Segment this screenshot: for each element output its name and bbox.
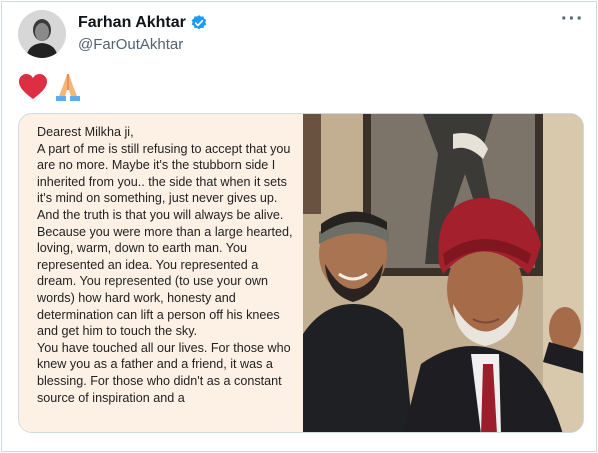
tweet-image[interactable]: Dearest Milkha ji, A part of me is still… (18, 113, 584, 433)
letter-paragraph: And the truth is that you will always be… (37, 207, 293, 339)
red-heart-icon (18, 73, 48, 106)
tweet-header: Farhan Akhtar @FarOutAkhtar ··· (18, 9, 584, 60)
letter-paragraph: You have touched all our lives. For thos… (37, 340, 291, 405)
more-options-icon[interactable]: ··· (561, 9, 584, 29)
photo (303, 114, 583, 432)
avatar[interactable] (18, 10, 66, 58)
author-name[interactable]: Farhan Akhtar (78, 14, 186, 32)
verified-badge-icon (190, 14, 208, 32)
letter-text: Dearest Milkha ji, A part of me is still… (19, 114, 303, 432)
letter-paragraph: Dearest Milkha ji, (37, 125, 134, 139)
letter-paragraph: A part of me is still refusing to accept… (37, 141, 291, 206)
tweet-text (18, 72, 82, 107)
folded-hands-icon (54, 72, 82, 107)
author-handle[interactable]: @FarOutAkhtar (78, 36, 183, 53)
